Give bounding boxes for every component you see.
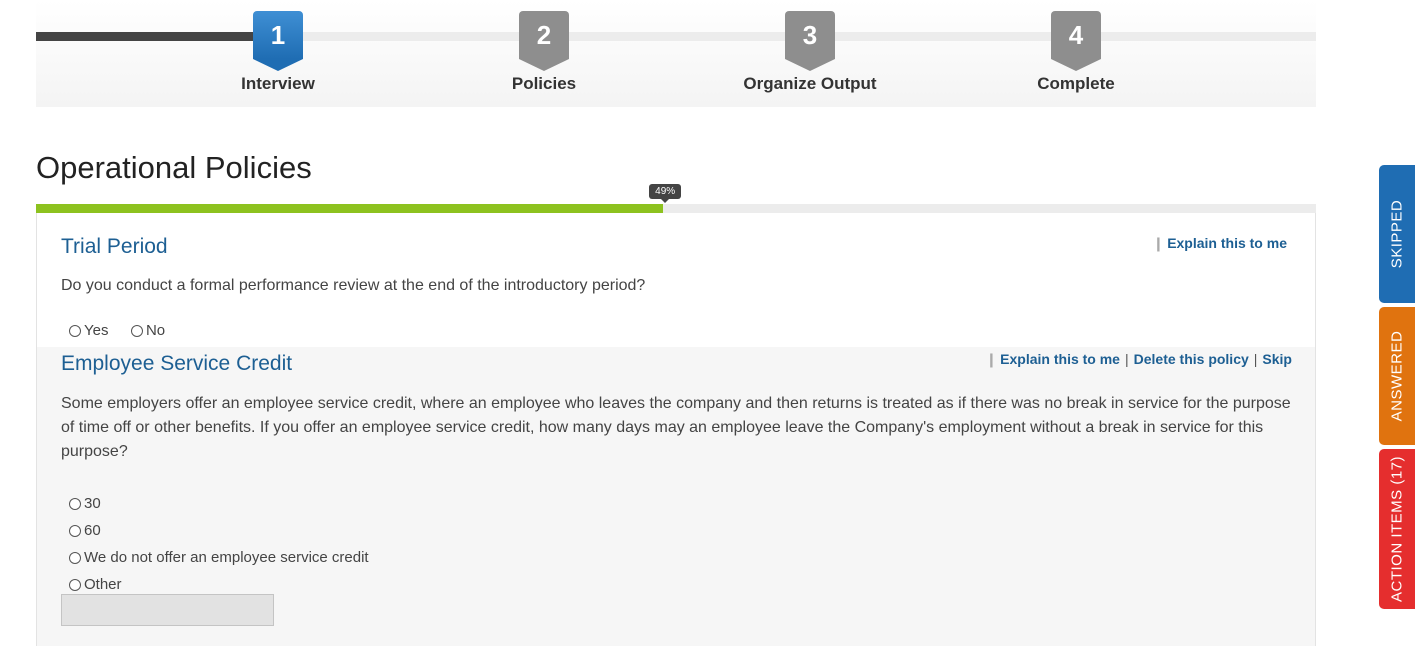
question-text: Do you conduct a formal performance revi… [61,277,646,294]
exclamation-icon: ❙ [1152,235,1165,251]
step-organize-output[interactable]: 3 Organize Output [730,11,890,94]
page-title: Operational Policies [36,150,312,185]
step-label: Complete [1037,74,1115,93]
step-policies[interactable]: 2 Policies [464,11,624,94]
radio-no[interactable]: No [130,322,166,339]
link-separator: | [1124,351,1129,367]
action-items-tab-label: ACTION ITEMS (17) [1388,455,1406,603]
step-number-badge: 4 [1051,11,1101,71]
question-trial-period: Trial Period ❙ Explain this to me Do you … [37,213,1315,347]
link-separator: | [1253,351,1258,367]
radio-circle-icon[interactable] [69,497,81,510]
action-items-tab[interactable]: ACTION ITEMS (17) [1379,449,1415,609]
question-employee-service-credit: Employee Service Credit ❙ Explain this to… [37,347,1315,646]
delete-policy-link[interactable]: Delete this policy [1134,351,1249,367]
progress-bar: 49% [36,184,1316,213]
radio-circle-icon[interactable] [130,324,143,337]
radio-label: No [145,322,166,339]
step-interview[interactable]: 1 Interview [198,11,358,94]
step-complete[interactable]: 4 Complete [996,11,1156,94]
radio-30[interactable]: 30 [69,490,369,517]
progress-bar-fill: 49% [36,184,682,213]
skipped-tab-label: SKIPPED [1388,199,1406,269]
radio-yes[interactable]: Yes [69,322,108,339]
question-links: ❙ Explain this to me | Delete this policy | S… [985,351,1292,368]
radio-circle-icon[interactable] [69,324,81,337]
radio-60[interactable]: 60 [69,517,369,544]
step-label: Organize Output [743,74,877,93]
radio-label: 60 [84,522,101,539]
skip-link[interactable]: Skip [1262,351,1292,367]
step-number-badge: 2 [519,11,569,71]
answered-tab-label: ANSWERED [1388,330,1406,422]
question-title: Employee Service Credit [61,352,293,375]
questions-panel: Trial Period ❙ Explain this to me Do you … [36,213,1316,646]
other-input[interactable] [61,594,274,626]
radio-label: Other [84,576,122,593]
question-links: ❙ Explain this to me [1152,235,1287,252]
wizard-steps: 1 Interview 2 Policies 3 Organize Output… [36,0,1316,107]
progress-percent-label: 49% [649,184,682,203]
question-text: Some employers offer an employee service… [61,395,1291,460]
step-label: Policies [511,74,577,93]
skipped-tab[interactable]: SKIPPED [1379,165,1415,303]
radio-circle-icon[interactable] [69,551,81,564]
exclamation-icon: ❙ [985,351,998,367]
radio-label: 30 [84,495,101,512]
step-label: Interview [241,74,315,93]
answered-tab[interactable]: ANSWERED [1379,307,1415,445]
explain-link[interactable]: Explain this to me [1167,235,1287,251]
radio-label: We do not offer an employee service cred… [84,549,369,566]
radio-label: Yes [84,322,109,339]
explain-link[interactable]: Explain this to me [1000,351,1120,367]
radio-circle-icon[interactable] [69,524,81,537]
answer-options: Yes No [69,322,183,342]
radio-no-credit[interactable]: We do not offer an employee service cred… [69,544,369,571]
answer-options: 30 60 We do not offer an employee servic… [69,490,369,598]
question-title: Trial Period [61,235,168,258]
step-number-badge: 3 [785,11,835,71]
radio-circle-icon[interactable] [69,578,81,591]
step-number-badge: 1 [253,11,303,71]
